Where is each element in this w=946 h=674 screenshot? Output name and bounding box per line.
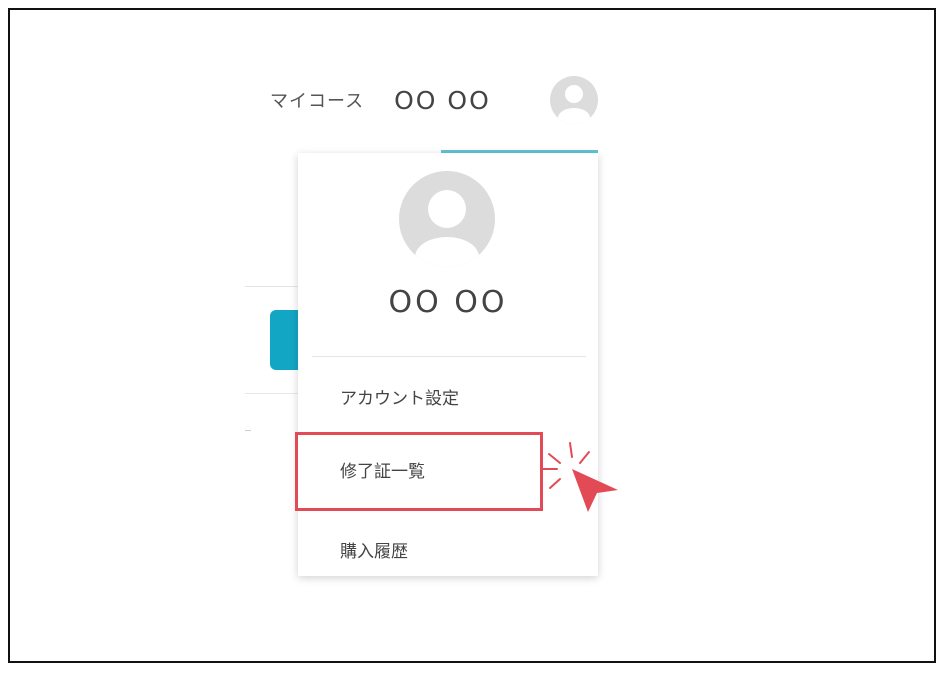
background-mark [245, 430, 251, 431]
user-name-menu[interactable]: OO OO [394, 86, 491, 115]
background-divider [245, 286, 305, 287]
avatar-icon[interactable] [550, 76, 598, 124]
my-course-link[interactable]: マイコース [270, 87, 364, 113]
menu-item-account-settings[interactable]: アカウント設定 [340, 384, 459, 409]
background-divider [245, 393, 305, 394]
profile-user-name: OO OO [388, 285, 508, 320]
profile-avatar-icon [399, 171, 495, 267]
top-nav: マイコース OO OO [270, 76, 598, 124]
highlight-box [295, 432, 543, 511]
menu-divider [312, 356, 586, 357]
click-pointer-icon [542, 442, 618, 512]
menu-item-purchase-history[interactable]: 購入履歴 [340, 537, 408, 562]
